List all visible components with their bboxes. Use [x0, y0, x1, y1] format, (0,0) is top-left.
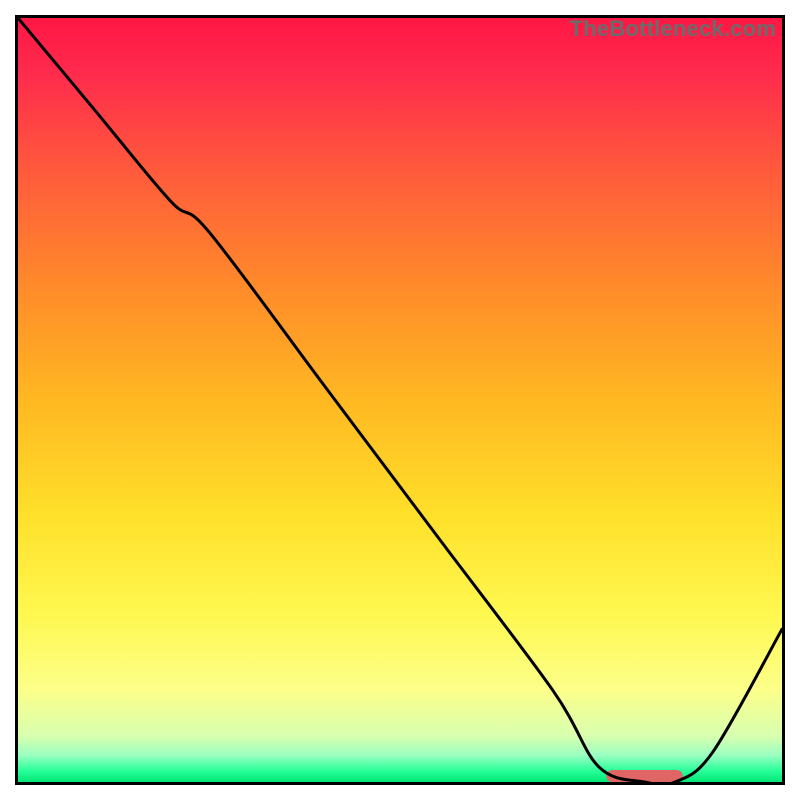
watermark-text: TheBottleneck.com — [570, 16, 776, 42]
gradient-background — [18, 18, 782, 782]
optimal-range-marker — [606, 770, 682, 782]
chart-frame: TheBottleneck.com — [15, 15, 785, 785]
chart-canvas — [18, 18, 782, 782]
